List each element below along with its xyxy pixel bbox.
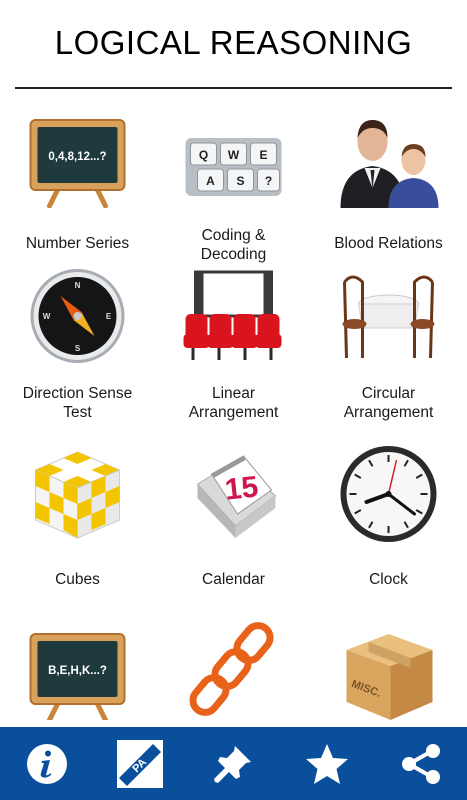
desk-calendar-icon: 15 xyxy=(196,455,277,538)
board-text: 0,4,8,12...? xyxy=(48,151,106,163)
header: LOGICAL REASONING xyxy=(0,0,467,90)
page-title: LOGICAL REASONING xyxy=(54,24,413,61)
calendar-day: 15 xyxy=(223,470,260,506)
topic-label: Circular Arrangement xyxy=(343,385,434,421)
header-divider xyxy=(15,87,452,89)
tab-info[interactable] xyxy=(0,727,93,800)
key: ? xyxy=(257,168,280,192)
share-icon xyxy=(401,743,440,784)
topic-calendar[interactable]: 15 Calendar xyxy=(156,426,311,594)
tab-favorites[interactable] xyxy=(280,727,373,800)
topic-grid: 0,4,8,12...? Number Series Q W E A S ? C… xyxy=(0,90,467,720)
topic-direction-sense-test[interactable]: N E S W Direction Sense Test xyxy=(0,248,155,421)
topic-clock[interactable]: Clock xyxy=(311,426,466,594)
board-text: B,E,H,K...? xyxy=(48,665,107,677)
family-people-icon xyxy=(340,120,439,208)
topic-circular-arrangement[interactable]: Circular Arrangement xyxy=(311,248,466,421)
key: Q xyxy=(190,142,217,166)
svg-text:W: W xyxy=(228,148,240,162)
wall-clock-icon xyxy=(340,446,437,542)
checkered-cube-icon xyxy=(34,451,121,539)
tab-share[interactable] xyxy=(374,727,467,800)
key: S xyxy=(227,168,254,192)
topic-cubes[interactable]: Cubes xyxy=(0,426,155,594)
topic-letter-series[interactable]: B,E,H,K...? xyxy=(0,604,155,720)
topic-blood-relations[interactable]: Blood Relations xyxy=(311,90,466,258)
info-icon xyxy=(26,743,67,784)
chalkboard-number-series-icon: 0,4,8,12...? xyxy=(29,119,126,208)
svg-text:N: N xyxy=(75,281,81,290)
topic-coding-decoding[interactable]: Q W E A S ? Coding & Decoding xyxy=(156,90,311,263)
topic-linear-arrangement[interactable]: Linear Arrangement xyxy=(156,248,311,421)
topic-label: Clock xyxy=(369,571,408,588)
svg-text:A: A xyxy=(206,174,215,188)
chalkboard-letter-series-icon: B,E,H,K...? xyxy=(29,633,126,720)
compass-icon: N E S W xyxy=(30,269,125,363)
topic-chain[interactable] xyxy=(156,604,311,720)
topic-misc[interactable]: MISC. xyxy=(311,604,466,720)
topic-label: Linear Arrangement xyxy=(188,385,279,421)
topic-label: Direction Sense Test xyxy=(22,385,133,421)
svg-text:E: E xyxy=(259,148,267,162)
key: E xyxy=(250,142,277,166)
keyboard-keys-icon: Q W E A S ? xyxy=(185,138,282,196)
pin-icon xyxy=(213,745,251,783)
round-table-chairs-icon xyxy=(342,275,435,359)
chain-links-icon xyxy=(189,622,274,716)
tab-practice-aptitude[interactable]: PA xyxy=(93,727,186,800)
key: W xyxy=(220,142,247,166)
topic-label: Cubes xyxy=(55,571,100,588)
svg-text:Q: Q xyxy=(199,148,208,162)
svg-text:?: ? xyxy=(265,174,272,188)
theater-seats-icon xyxy=(183,270,282,360)
svg-text:E: E xyxy=(106,312,112,321)
svg-text:W: W xyxy=(43,312,51,321)
bottom-tab-bar: PA xyxy=(0,727,467,800)
svg-text:S: S xyxy=(75,344,81,353)
key: A xyxy=(197,168,224,192)
star-icon xyxy=(305,743,348,784)
topic-label: Calendar xyxy=(202,571,265,588)
tab-pin[interactable] xyxy=(186,727,279,800)
svg-text:S: S xyxy=(236,174,244,188)
pa-app-logo-icon: PA xyxy=(114,737,165,790)
topic-number-series[interactable]: 0,4,8,12...? Number Series xyxy=(0,90,155,258)
cardboard-box-icon: MISC. xyxy=(346,634,433,720)
